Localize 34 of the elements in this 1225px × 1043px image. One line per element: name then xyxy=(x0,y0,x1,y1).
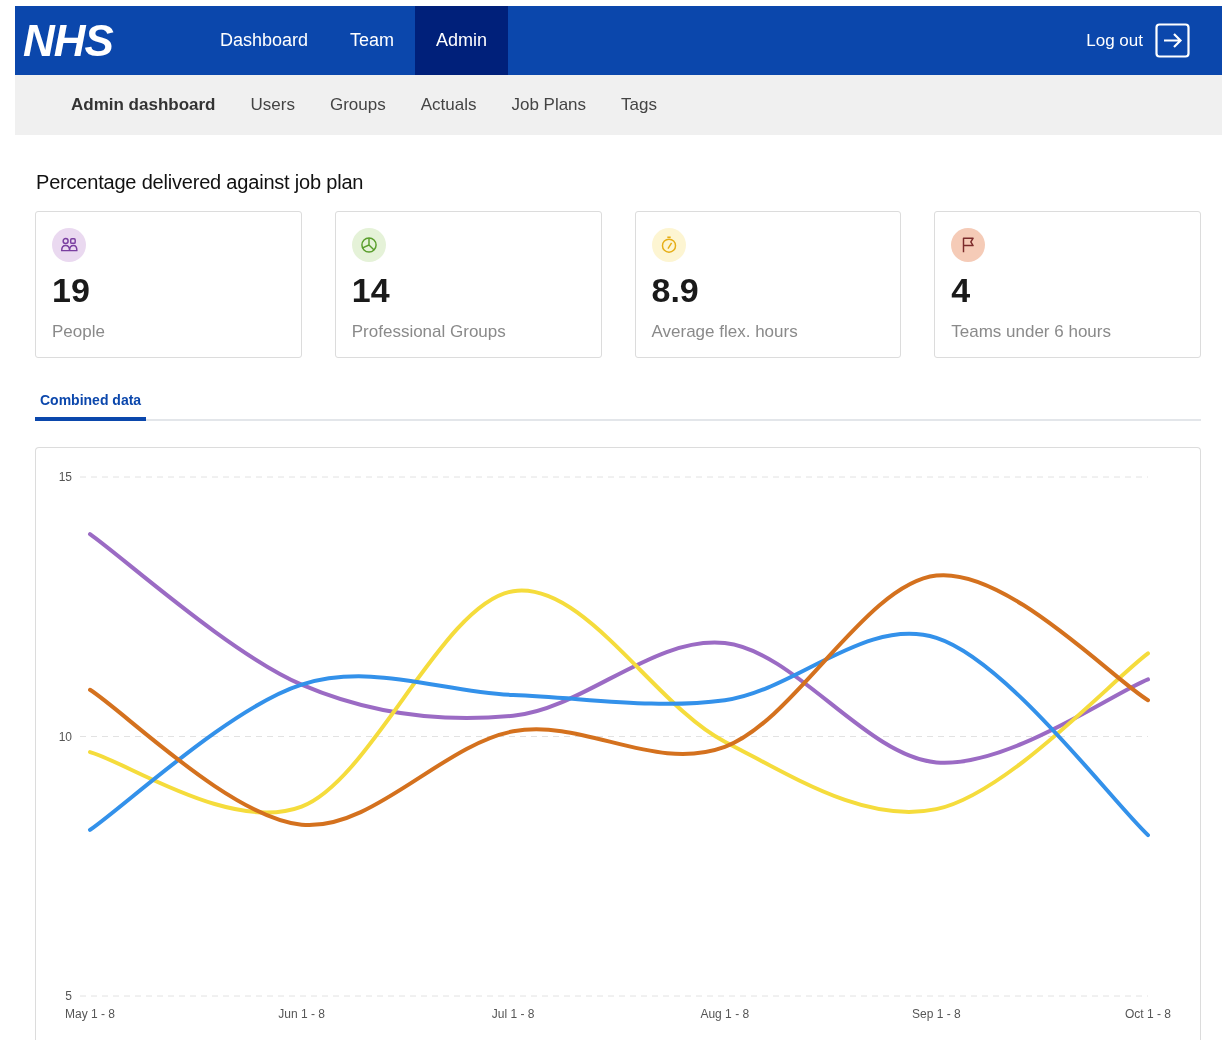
axis-label: Jul 1 - 8 xyxy=(491,1007,535,1021)
exit-icon xyxy=(1155,23,1190,58)
stat-label: Professional Groups xyxy=(351,322,506,342)
nav-tab[interactable]: Team xyxy=(329,6,416,75)
nhs-logo[interactable]: NHS xyxy=(15,15,183,66)
subnav-link[interactable]: Tags xyxy=(621,95,657,115)
axis-label: Oct 1 - 8 xyxy=(1125,1007,1171,1021)
axis-label: 15 xyxy=(58,470,72,484)
subnav-link[interactable]: Users xyxy=(250,95,295,115)
flag-icon xyxy=(951,228,986,262)
stat-value: 8.9 xyxy=(651,270,699,310)
log-out-link[interactable]: Log out xyxy=(1065,6,1222,75)
page-heading: Percentage delivered against job plan xyxy=(36,171,365,194)
tab[interactable]: Combined data xyxy=(35,388,147,421)
people-icon xyxy=(52,228,86,262)
nav-tab[interactable]: Admin xyxy=(415,6,509,75)
stat-label: Teams under 6 hours xyxy=(951,322,1111,342)
stat-value: 4 xyxy=(951,270,971,310)
axis-label: Jun 1 - 8 xyxy=(278,1007,325,1021)
stat-label: Average flex. hours xyxy=(651,322,798,342)
stat-value: 19 xyxy=(52,270,90,310)
subnav-link[interactable]: Groups xyxy=(329,95,386,115)
axis-label: Aug 1 - 8 xyxy=(700,1007,750,1021)
subnav-link[interactable]: Actuals xyxy=(420,95,477,115)
axis-label: 10 xyxy=(58,729,72,744)
axis-label: Sep 1 - 8 xyxy=(912,1007,961,1021)
axis-label: May 1 - 8 xyxy=(65,1007,115,1021)
pie-chart-icon xyxy=(351,228,386,262)
subnav-link[interactable]: Job Plans xyxy=(511,95,587,115)
nav-tab[interactable]: Dashboard xyxy=(199,6,330,75)
axis-label: 5 xyxy=(65,989,72,1003)
stat-value: 14 xyxy=(351,270,390,310)
stat-label: People xyxy=(52,322,105,342)
subnav-link[interactable]: Admin dashboard xyxy=(71,95,216,115)
